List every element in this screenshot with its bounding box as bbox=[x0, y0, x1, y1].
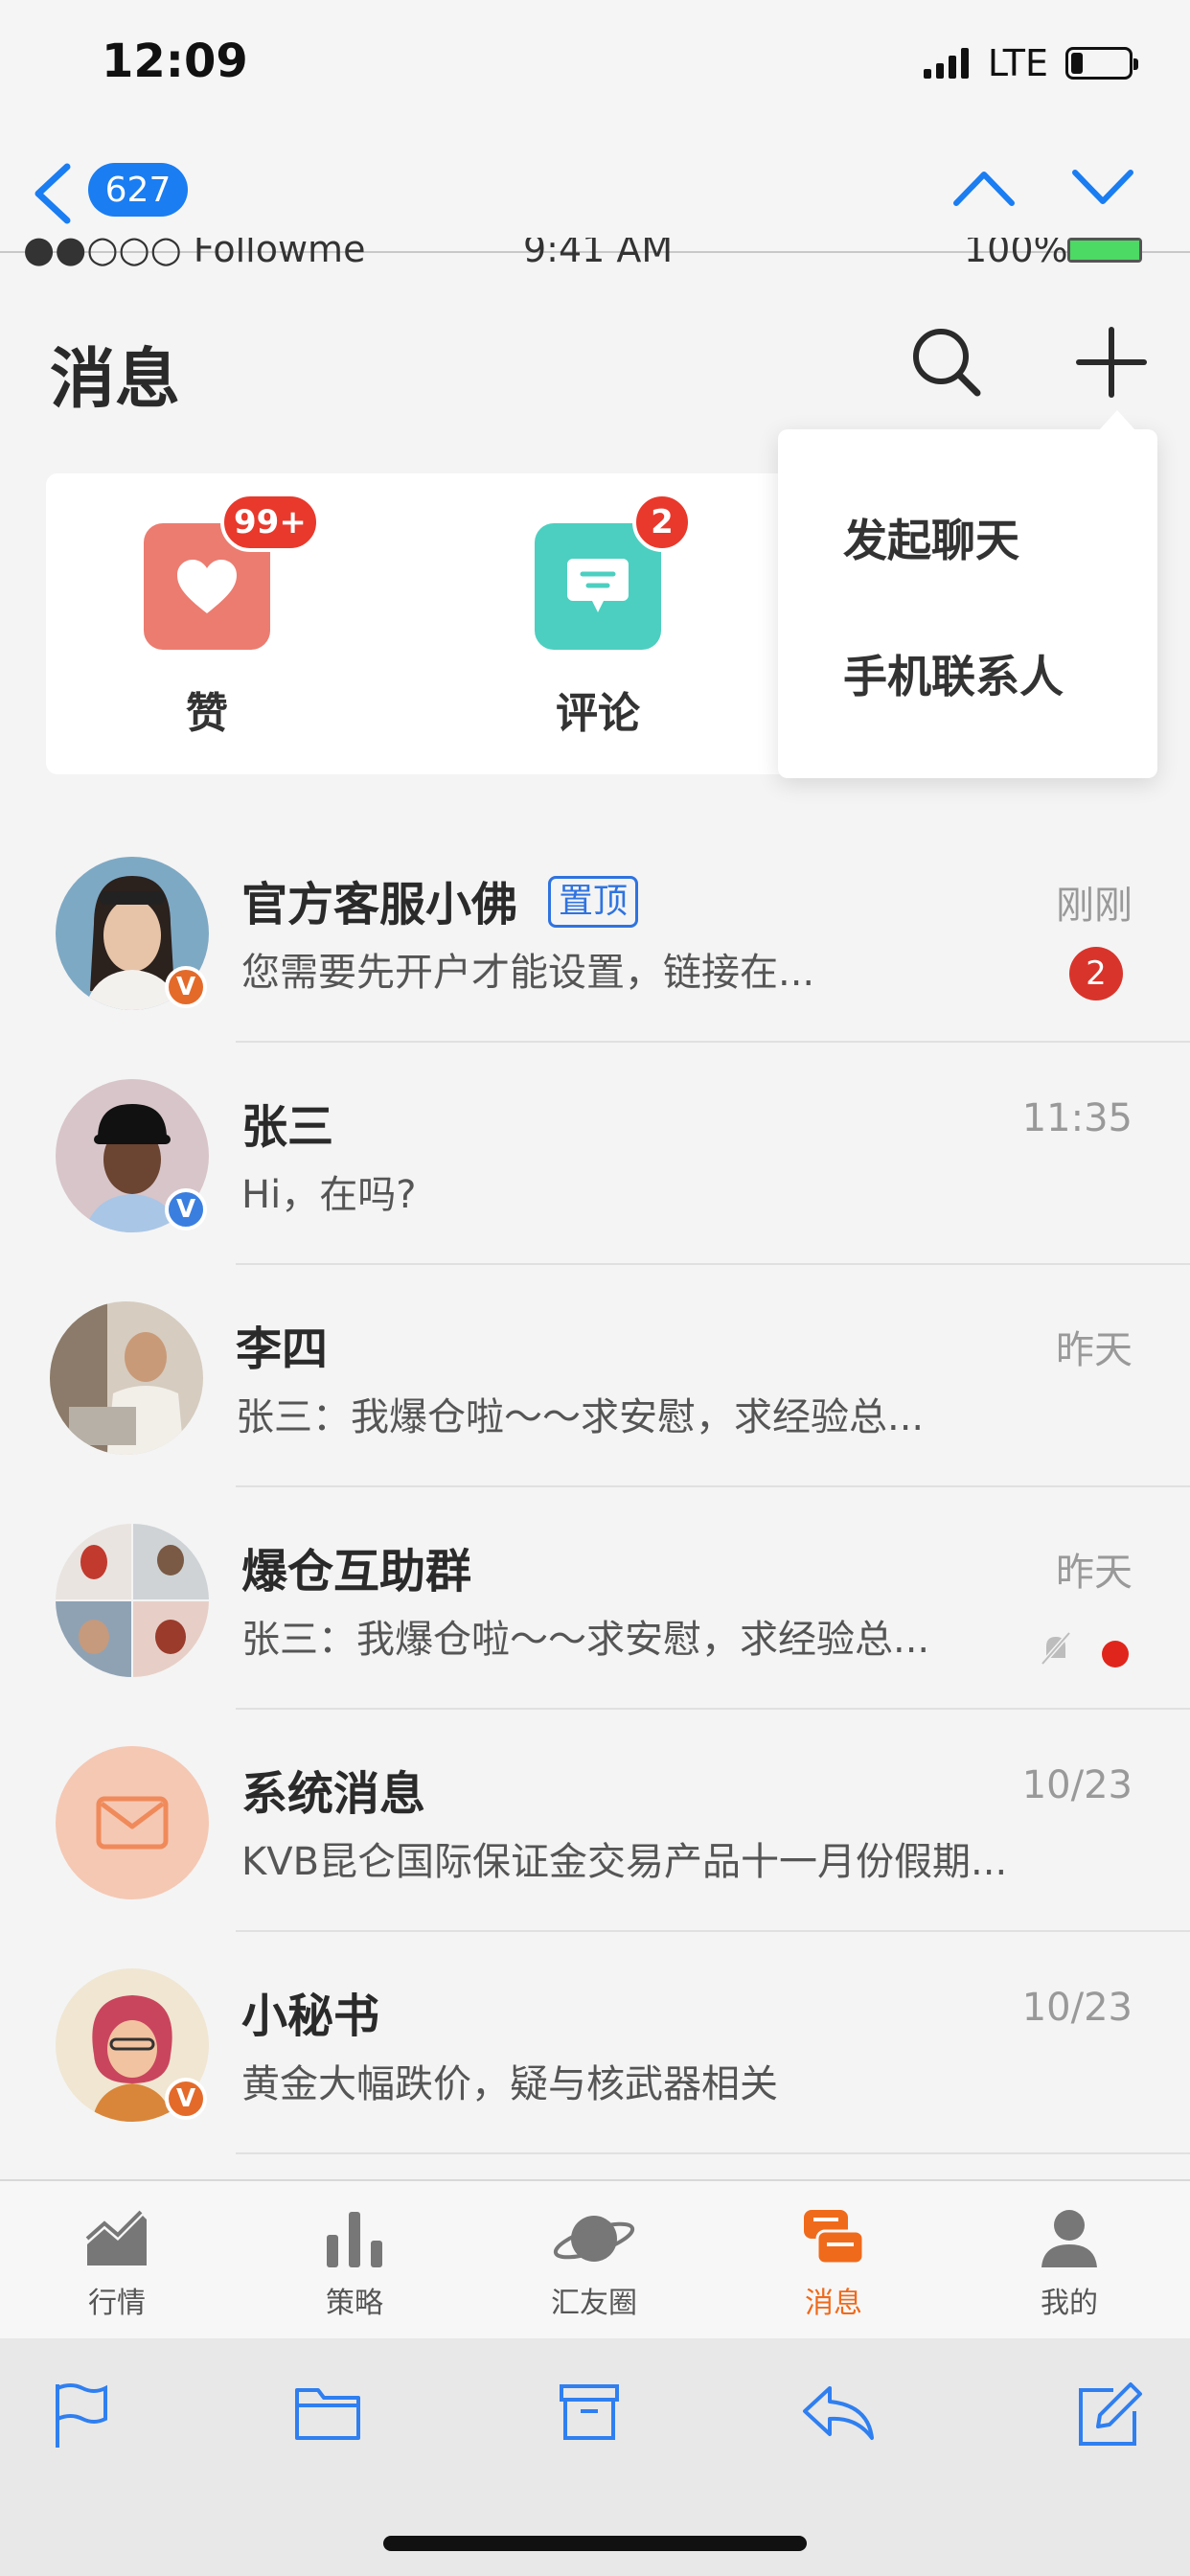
likes-label: 赞 bbox=[186, 689, 228, 738]
tab-profile[interactable]: 我的 bbox=[973, 2206, 1165, 2321]
tab-messages[interactable]: 消息 bbox=[738, 2206, 929, 2321]
chart-icon bbox=[85, 2210, 147, 2266]
conversation-name: 官方客服小佛 bbox=[241, 878, 518, 932]
home-indicator bbox=[383, 2536, 807, 2551]
conversation-time: 刚刚 bbox=[1056, 884, 1133, 928]
reply-icon[interactable] bbox=[801, 2380, 878, 2444]
heart-glyph bbox=[177, 560, 237, 613]
inner-battery-percent: 100% bbox=[964, 238, 1068, 270]
mail-icon bbox=[56, 1746, 209, 1899]
compose-icon[interactable] bbox=[1075, 2380, 1144, 2450]
conversation-row[interactable]: V 官方客服小佛 置顶 您需要先开户才能设置，链接在... 刚刚 2 bbox=[0, 820, 1190, 1043]
conversation-preview: 张三：我爆仓啦～～求安慰，求经验总... bbox=[236, 1395, 925, 1439]
outer-status-bar: 12:09 LTE bbox=[0, 0, 1190, 134]
outer-nav-bar: 627 bbox=[0, 134, 1190, 253]
start-chat-menu-item[interactable]: 发起聊天 bbox=[843, 506, 1019, 569]
conversation-row[interactable]: 李四 张三：我爆仓啦～～求安慰，求经验总... 昨天 bbox=[0, 1265, 1190, 1487]
conversation-name: 张三 bbox=[241, 1100, 334, 1154]
tab-label: 汇友圈 bbox=[551, 2287, 637, 2320]
verified-badge: V bbox=[165, 1188, 207, 1230]
avatar bbox=[50, 1301, 203, 1455]
verified-badge: V bbox=[165, 966, 207, 1008]
conversation-preview: 您需要先开户才能设置，链接在... bbox=[241, 951, 815, 995]
conversation-preview: 黄金大幅跌价，疑与核武器相关 bbox=[241, 2062, 778, 2106]
conversation-name: 系统消息 bbox=[241, 1767, 426, 1821]
comments-label: 评论 bbox=[556, 689, 640, 738]
conversation-preview: 张三：我爆仓啦～～求安慰，求经验总... bbox=[241, 1618, 930, 1662]
comment-glyph bbox=[567, 559, 629, 612]
conversation-name: 小秘书 bbox=[241, 1990, 380, 2043]
page-title: 消息 bbox=[50, 342, 181, 418]
tab-market[interactable]: 行情 bbox=[21, 2206, 213, 2321]
comment-icon: 2 bbox=[535, 493, 692, 650]
outer-status-indicators: LTE bbox=[923, 42, 1138, 84]
search-icon[interactable] bbox=[908, 324, 985, 401]
pinned-tag: 置顶 bbox=[548, 876, 639, 928]
conversation-time: 昨天 bbox=[1056, 1551, 1133, 1595]
tab-community[interactable]: 汇友圈 bbox=[498, 2206, 690, 2321]
tab-label: 我的 bbox=[1041, 2287, 1098, 2320]
signal-icon bbox=[923, 48, 969, 79]
bottom-tab-bar: 行情 策略 汇友圈 消息 我的 bbox=[0, 2179, 1190, 2338]
tab-label: 行情 bbox=[88, 2287, 146, 2320]
tab-label: 消息 bbox=[805, 2287, 862, 2320]
conversation-time: 10/23 bbox=[1021, 1763, 1133, 1807]
comments-action[interactable]: 2 评论 bbox=[483, 493, 713, 740]
conversation-row[interactable]: 系统消息 KVB昆仑国际保证金交易产品十一月份假期... 10/23 bbox=[0, 1710, 1190, 1932]
mute-bell-icon bbox=[1041, 1631, 1071, 1666]
row-divider bbox=[236, 2152, 1190, 2154]
verified-badge: V bbox=[165, 2078, 207, 2120]
phone-contacts-menu-item[interactable]: 手机联系人 bbox=[843, 642, 1064, 705]
likes-badge: 99+ bbox=[220, 493, 320, 552]
conversation-row[interactable]: V 张三 Hi，在吗? 11:35 bbox=[0, 1043, 1190, 1265]
conversation-time: 10/23 bbox=[1021, 1986, 1133, 2030]
bar-chart-icon bbox=[327, 2212, 382, 2267]
planet-icon bbox=[553, 2216, 635, 2262]
group-avatar bbox=[56, 1524, 209, 1677]
conversation-preview: KVB昆仑国际保证金交易产品十一月份假期... bbox=[241, 1840, 1008, 1884]
archive-icon[interactable] bbox=[558, 2380, 621, 2444]
tab-label: 策略 bbox=[326, 2287, 383, 2320]
next-message-icon[interactable] bbox=[1069, 167, 1136, 209]
add-dropdown-menu: 发起聊天 手机联系人 bbox=[778, 410, 1157, 778]
inner-status-bar: ●●○○○ Followme 9:41 AM 100% bbox=[0, 238, 1190, 276]
profile-icon bbox=[1041, 2210, 1097, 2267]
previous-message-icon[interactable] bbox=[950, 167, 1018, 209]
network-type: LTE bbox=[987, 42, 1048, 84]
inner-carrier: ●●○○○ Followme bbox=[23, 238, 366, 270]
heart-icon: 99+ bbox=[144, 493, 320, 650]
conversation-time: 11:35 bbox=[1021, 1096, 1133, 1140]
back-chevron-icon[interactable] bbox=[29, 163, 77, 224]
add-icon[interactable] bbox=[1073, 324, 1150, 401]
conversation-name: 李四 bbox=[236, 1322, 329, 1376]
folder-icon[interactable] bbox=[293, 2380, 362, 2444]
conversation-name: 爆仓互助群 bbox=[241, 1545, 472, 1598]
likes-action[interactable]: 99+ 赞 bbox=[92, 493, 322, 740]
message-count-badge[interactable]: 627 bbox=[88, 163, 188, 217]
outer-clock: 12:09 bbox=[102, 34, 248, 88]
battery-icon bbox=[1065, 47, 1138, 80]
flag-icon[interactable] bbox=[50, 2380, 111, 2450]
tab-strategy[interactable]: 策略 bbox=[259, 2206, 450, 2321]
conversation-row[interactable]: 爆仓互助群 张三：我爆仓啦～～求安慰，求经验总... 昨天 bbox=[0, 1487, 1190, 1710]
unread-count-badge: 2 bbox=[1069, 947, 1123, 1000]
inner-battery-icon bbox=[1067, 238, 1142, 263]
message-icon bbox=[804, 2210, 865, 2266]
conversation-row[interactable]: V 小秘书 黄金大幅跌价，疑与核武器相关 10/23 bbox=[0, 1932, 1190, 2154]
conversation-time: 昨天 bbox=[1056, 1328, 1133, 1372]
conversation-preview: Hi，在吗? bbox=[241, 1173, 417, 1217]
unread-dot bbox=[1102, 1641, 1129, 1668]
inner-clock: 9:41 AM bbox=[523, 238, 674, 270]
comments-badge: 2 bbox=[632, 493, 692, 552]
